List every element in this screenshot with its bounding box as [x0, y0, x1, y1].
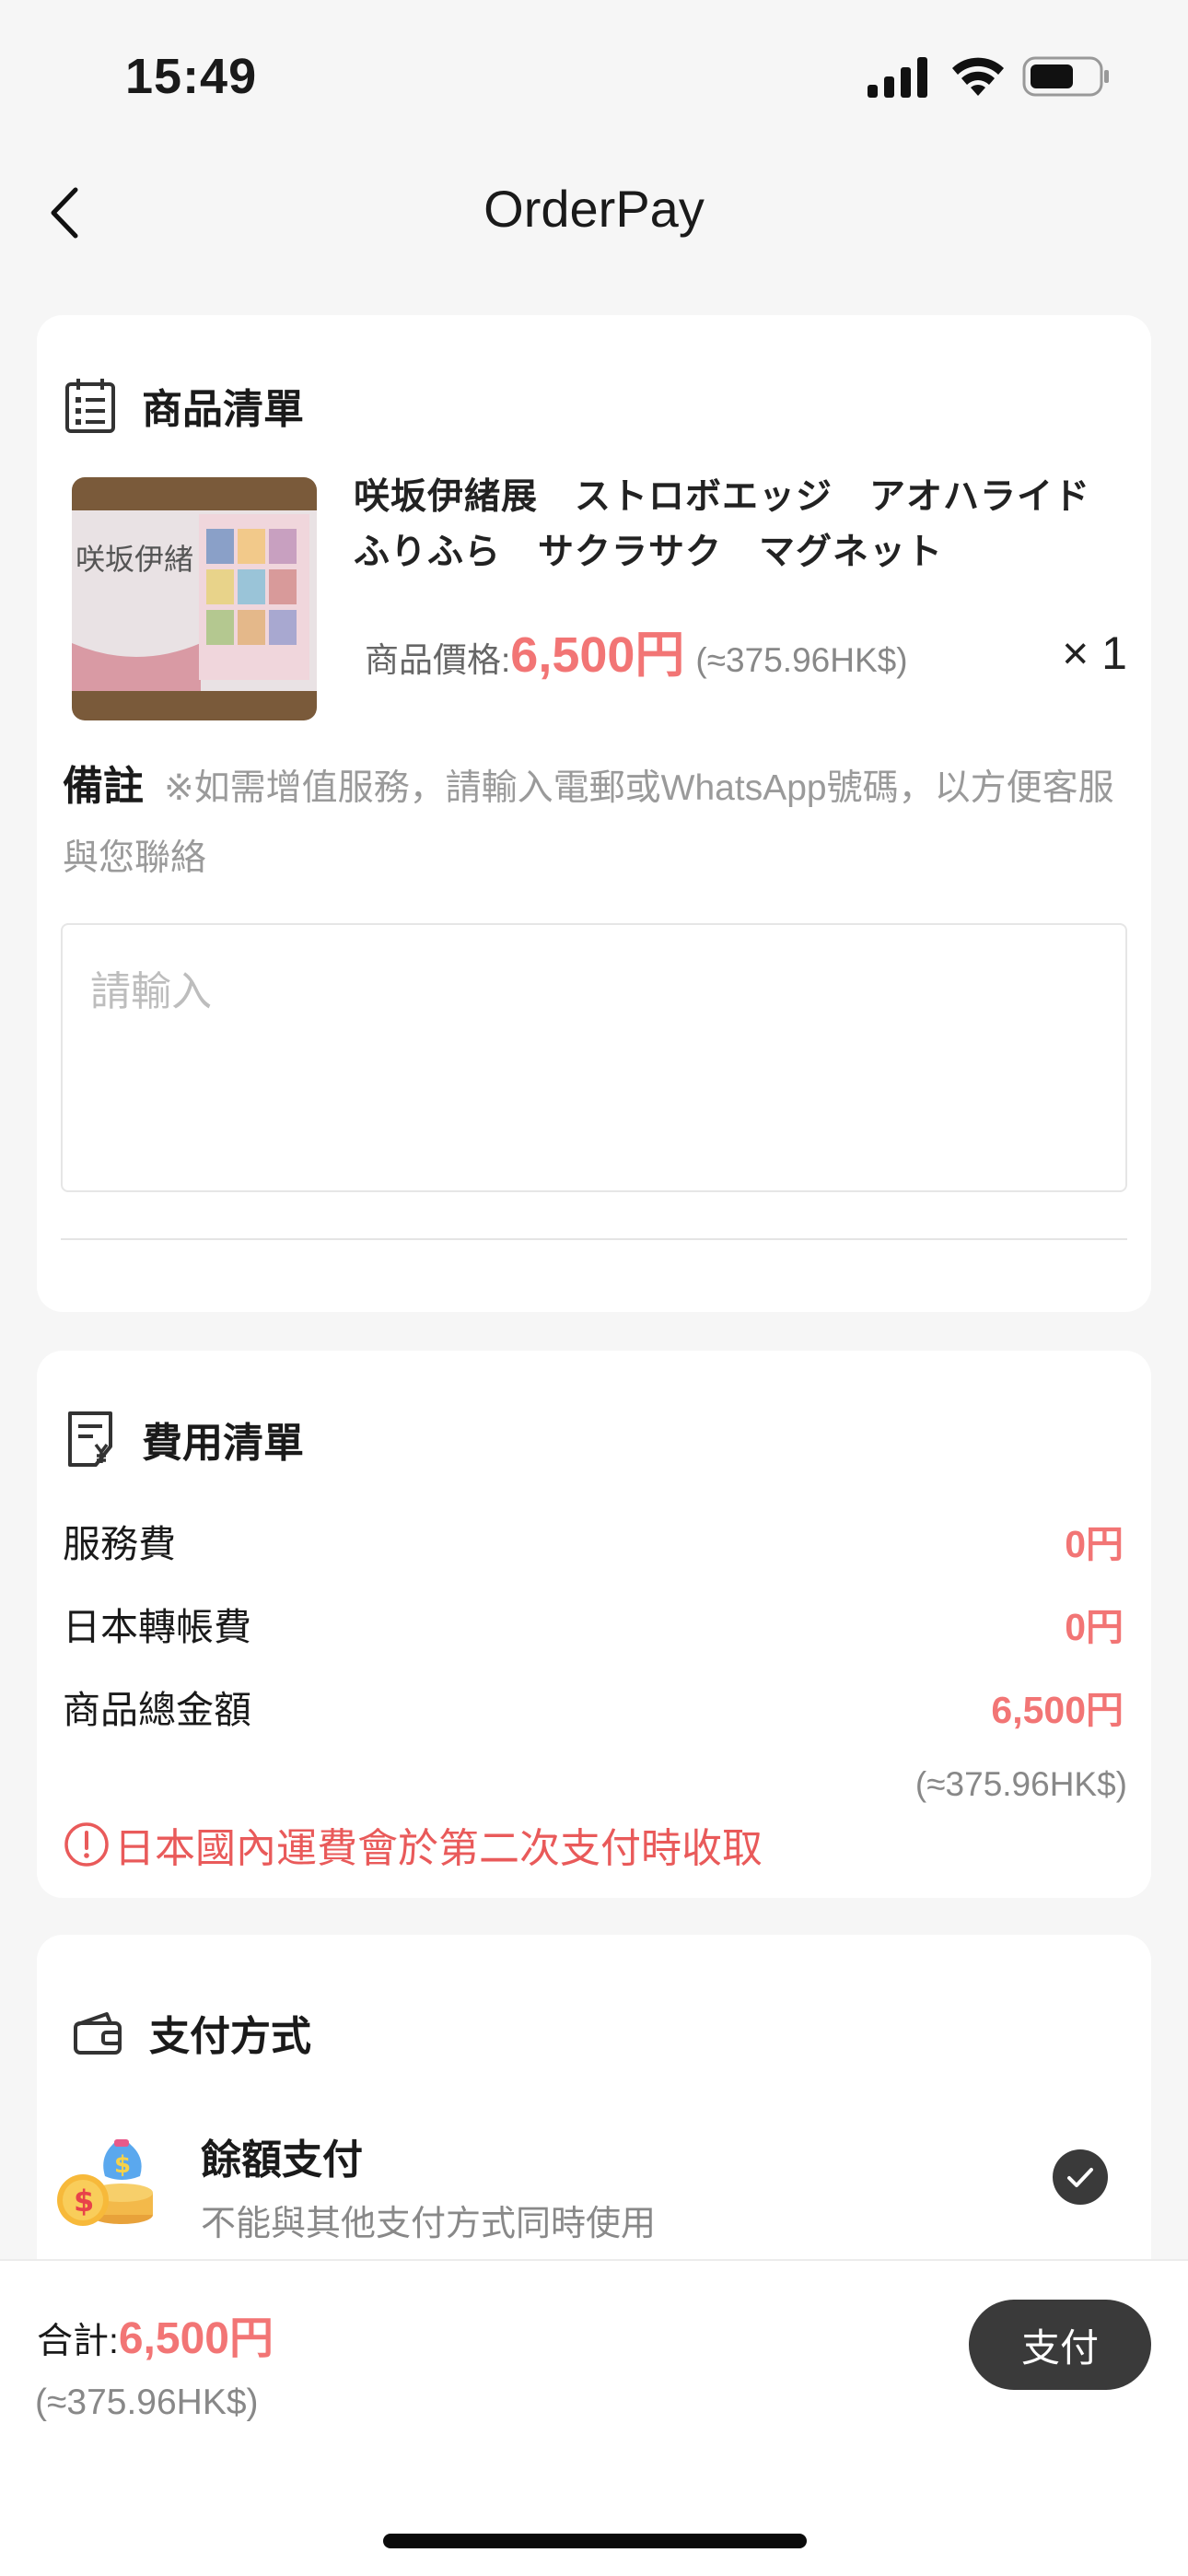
coins-money-bag-icon: $ $	[57, 2139, 153, 2226]
section-title: 商品清單	[142, 387, 304, 432]
section-title: 支付方式	[149, 2014, 311, 2059]
svg-text:$: $	[74, 2184, 94, 2219]
shipping-notice-text: 日本國內運費會於第二次支付時收取	[114, 1826, 763, 1871]
payment-method-card: 支付方式 $ $ 餘額支付 不能與其他支付方式同時使用	[37, 1935, 1151, 2303]
remark-hint: ※如需增值服務，請輸入電郵或WhatsApp號碼，以方便客服與您聯絡	[63, 768, 1114, 878]
svg-text:$: $	[114, 2151, 131, 2179]
fee-label: 商品總金額	[63, 1689, 251, 1731]
product-name: 咲坂伊緒展 ストロボエッジ アオハライド ふりふら サクラサク マグネット	[354, 477, 1128, 572]
home-indicator	[383, 2534, 807, 2548]
price-label: 商品價格:	[365, 641, 511, 679]
alert-icon	[64, 1822, 109, 1867]
page-title: OrderPay	[483, 180, 705, 238]
signal-icon	[868, 57, 927, 98]
total-value: 6,500円	[118, 2314, 274, 2363]
fee-label: 日本轉帳費	[63, 1606, 251, 1648]
fee-row-transfer: 日本轉帳費 0円	[63, 1596, 1124, 1651]
nav-bar: OrderPay	[0, 147, 1188, 276]
remark-input[interactable]	[61, 923, 1127, 1192]
fee-row-total: 商品總金額 6,500円	[63, 1679, 1124, 1734]
balance-payment-option[interactable]: $ $ 餘額支付 不能與其他支付方式同時使用	[55, 2126, 1133, 2274]
status-time: 15:49	[125, 49, 258, 104]
shipping-notice: 日本國內運費會於第二次支付時收取	[63, 1815, 763, 1874]
payment-method-header: 支付方式	[63, 2003, 311, 2062]
battery-icon	[1022, 56, 1109, 97]
fee-value: 0円	[1065, 1606, 1124, 1648]
payment-method-name: 餘額支付	[201, 2137, 363, 2183]
fee-list-header: 費用清單	[63, 1410, 304, 1469]
price-value: 6,500円	[510, 627, 685, 683]
wallet-icon	[74, 2012, 122, 2055]
price-hkd: (≈375.96HK$)	[695, 641, 908, 679]
section-title: 費用清單	[142, 1421, 304, 1466]
payment-method-desc: 不能與其他支付方式同時使用	[201, 2205, 657, 2243]
total-label: 合計:	[37, 2322, 119, 2361]
svg-text:咲坂伊緒: 咲坂伊緒	[76, 542, 193, 577]
quantity: × 1	[1062, 627, 1127, 679]
divider	[61, 1238, 1127, 1240]
fee-total-hkd: (≈375.96HK$)	[914, 1765, 1127, 1803]
selected-check-icon[interactable]	[1052, 2149, 1109, 2206]
total-row: 合計: 6,500円	[37, 2301, 274, 2366]
price-row: 商品價格: 6,500円 (≈375.96HK$)	[365, 614, 908, 686]
fee-value: 6,500円	[991, 1689, 1124, 1731]
remark-label: 備註	[63, 764, 144, 809]
wifi-icon	[952, 57, 1004, 96]
product-list-card: 商品清單 咲坂伊緒 咲坂伊緒展 ストロボエッジ アオハライド ふりふら サクラサ…	[37, 315, 1151, 1312]
status-bar: 15:49	[0, 0, 1188, 147]
fee-label: 服務費	[63, 1523, 176, 1565]
product-list-header: 商品清單	[63, 376, 304, 435]
checkout-bar: 合計: 6,500円 (≈375.96HK$) 支付	[0, 2259, 1188, 2576]
total-hkd: (≈375.96HK$)	[35, 2383, 259, 2422]
checklist-icon	[65, 379, 115, 433]
pay-button[interactable]: 支付	[969, 2300, 1151, 2390]
remark-hint-block: 備註 ※如需增值服務，請輸入電郵或WhatsApp號碼，以方便客服與您聯絡	[63, 752, 1149, 894]
product-image[interactable]: 咲坂伊緒	[72, 477, 317, 720]
receipt-yen-icon	[68, 1411, 112, 1467]
fee-list-card: 費用清單 服務費 0円 日本轉帳費 0円 商品總金額 6,500円 (≈375.…	[37, 1351, 1151, 1898]
fee-value: 0円	[1065, 1523, 1124, 1565]
fee-row-service: 服務費 0円	[63, 1513, 1124, 1568]
